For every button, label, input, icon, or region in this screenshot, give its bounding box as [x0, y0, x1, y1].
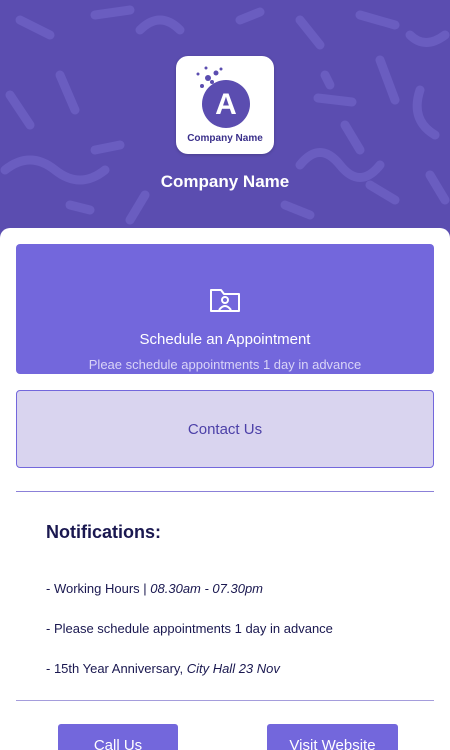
notification-item: - Please schedule appointments 1 day in …	[46, 621, 333, 636]
notification-emphasis: 08.30am - 07.30pm	[150, 581, 264, 596]
main-content: Schedule an Appointment Pleae schedule a…	[0, 228, 450, 750]
notification-text: - Please schedule appointments 1 day in …	[46, 621, 333, 636]
svg-text:A: A	[215, 88, 237, 121]
notifications-heading: Notifications:	[46, 522, 161, 542]
divider	[16, 491, 434, 492]
company-logo: A Company Name	[176, 56, 274, 154]
notification-text: - Working Hours |	[46, 581, 151, 596]
contact-us-button[interactable]: Contact Us	[16, 390, 434, 468]
visit-website-button[interactable]: Visit Website	[267, 724, 398, 750]
appointment-subtitle: Pleae schedule appointments 1 day in adv…	[88, 357, 362, 372]
folder-user-icon	[210, 289, 240, 312]
appointment-title: Schedule an Appointment	[139, 331, 311, 348]
logo-caption: Company Name	[187, 133, 263, 144]
notification-item: - 15th Year Anniversary, City Hall 23 No…	[46, 661, 280, 676]
schedule-appointment-button[interactable]: Schedule an Appointment Pleae schedule a…	[16, 244, 434, 374]
call-us-button[interactable]: Call Us	[58, 724, 178, 750]
notification-text: - 15th Year Anniversary,	[46, 661, 187, 676]
contact-us-label: Contact Us	[187, 421, 263, 438]
header-banner: A Company Name Company Name	[0, 0, 450, 250]
notification-item: - Working Hours | 08.30am - 07.30pm	[46, 581, 263, 596]
notification-emphasis: City Hall 23 Nov	[186, 661, 280, 676]
company-title: Company Name	[160, 172, 290, 191]
divider	[16, 700, 434, 701]
